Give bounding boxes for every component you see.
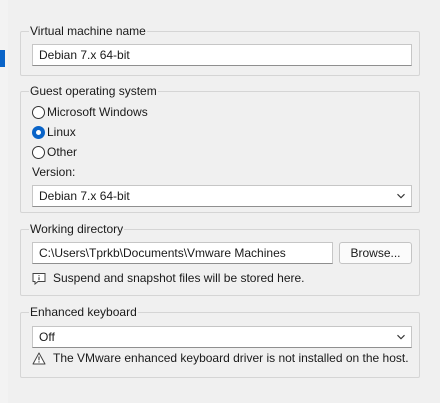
version-dropdown-value: Debian 7.x 64-bit — [39, 189, 130, 203]
info-icon — [32, 272, 46, 285]
browse-button[interactable]: Browse... — [339, 242, 412, 264]
enhanced-keyboard-warning-text: The VMware enhanced keyboard driver is n… — [53, 351, 409, 365]
vm-name-legend: Virtual machine name — [29, 24, 147, 39]
guest-os-legend: Guest operating system — [29, 84, 158, 99]
enhanced-keyboard-legend: Enhanced keyboard — [29, 305, 138, 320]
enhanced-keyboard-warning: The VMware enhanced keyboard driver is n… — [32, 351, 409, 365]
radio-label-other: Other — [47, 145, 78, 159]
radio-button-microsoft-windows[interactable] — [32, 105, 45, 119]
radio-button-other[interactable] — [32, 145, 45, 159]
radio-label-microsoft-windows: Microsoft Windows — [47, 105, 148, 119]
working-directory-group: Working directory C:\Users\Tprkb\Documen… — [20, 222, 420, 296]
guest-os-group: Guest operating system Microsoft Windows… — [20, 84, 420, 213]
vm-name-input[interactable]: Debian 7.x 64-bit — [32, 44, 412, 66]
enhanced-keyboard-group: Enhanced keyboard Off The VMware enhance… — [20, 305, 420, 378]
version-label: Version: — [32, 165, 76, 179]
selected-item-indicator — [0, 50, 5, 67]
working-directory-note: Suspend and snapshot files will be store… — [32, 271, 305, 285]
working-directory-legend: Working directory — [29, 222, 125, 237]
working-directory-note-text: Suspend and snapshot files will be store… — [53, 271, 305, 285]
enhanced-keyboard-value: Off — [39, 330, 55, 344]
enhanced-keyboard-dropdown[interactable]: Off — [32, 326, 412, 348]
radio-option-microsoft-windows[interactable]: Microsoft Windows — [32, 104, 148, 120]
warning-icon — [32, 352, 46, 364]
working-directory-input[interactable]: C:\Users\Tprkb\Documents\Vmware Machines — [32, 242, 333, 264]
radio-option-other[interactable]: Other — [32, 144, 77, 160]
chevron-down-icon — [397, 334, 405, 340]
chevron-down-icon — [397, 193, 405, 199]
radio-button-linux[interactable] — [32, 125, 45, 139]
radio-label-linux: Linux — [47, 125, 76, 139]
settings-panel: Virtual machine name Debian 7.x 64-bit G… — [8, 0, 440, 403]
vm-name-group: Virtual machine name Debian 7.x 64-bit — [20, 24, 420, 76]
radio-option-linux[interactable]: Linux — [32, 124, 76, 140]
version-dropdown[interactable]: Debian 7.x 64-bit — [32, 185, 412, 207]
